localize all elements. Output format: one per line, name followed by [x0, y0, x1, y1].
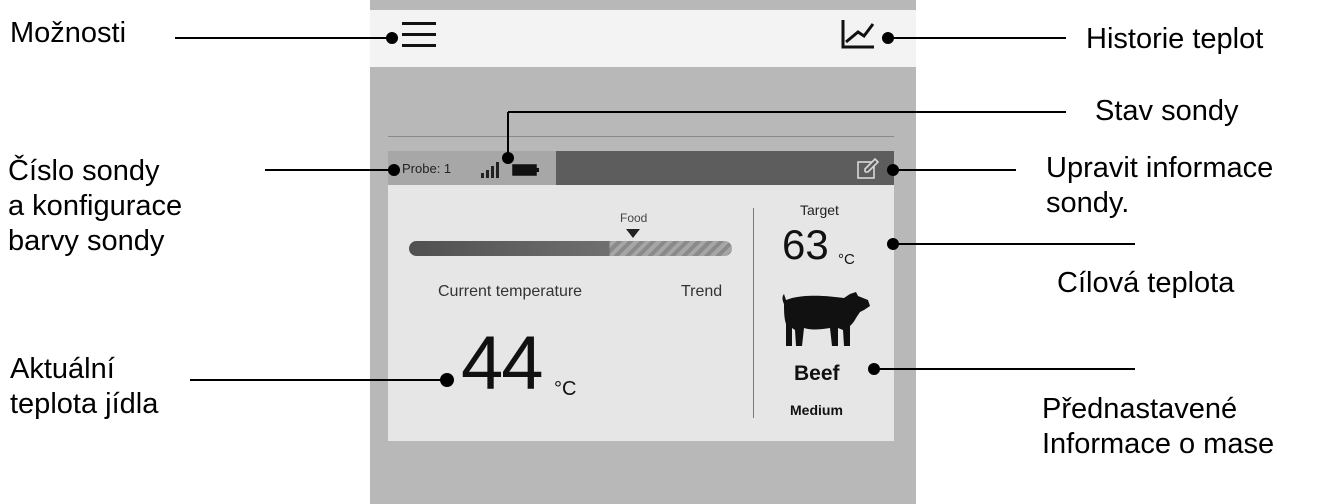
- callout-line: barvy sondy: [8, 225, 165, 257]
- callout-line: sondy.: [1046, 187, 1130, 219]
- callout-probe-status: Stav sondy: [1095, 95, 1239, 127]
- callout-line: Přednastavené: [1042, 393, 1238, 425]
- callout-target-temp: Cílová teplota: [1057, 267, 1235, 299]
- callout-preset-meat-info: Přednastavené Informace o mase: [1042, 392, 1274, 462]
- callout-current-food-temp: Aktuální teplota jídla: [10, 352, 158, 422]
- callout-options: Možnosti: [10, 17, 127, 49]
- callout-line: Informace o mase: [1042, 428, 1275, 460]
- callout-line: Upravit informace: [1046, 152, 1274, 184]
- callout-line: Číslo sondy: [8, 155, 160, 187]
- callout-line: a konfigurace: [8, 190, 183, 222]
- callout-probe-number-color: Číslo sondy a konfigurace barvy sondy: [8, 154, 182, 259]
- callout-line: teplota jídla: [10, 388, 159, 420]
- callout-line: Aktuální: [10, 353, 115, 385]
- callout-temp-history: Historie teplot: [1086, 23, 1264, 55]
- callout-edit-probe-info: Upravit informace sondy.: [1046, 151, 1273, 221]
